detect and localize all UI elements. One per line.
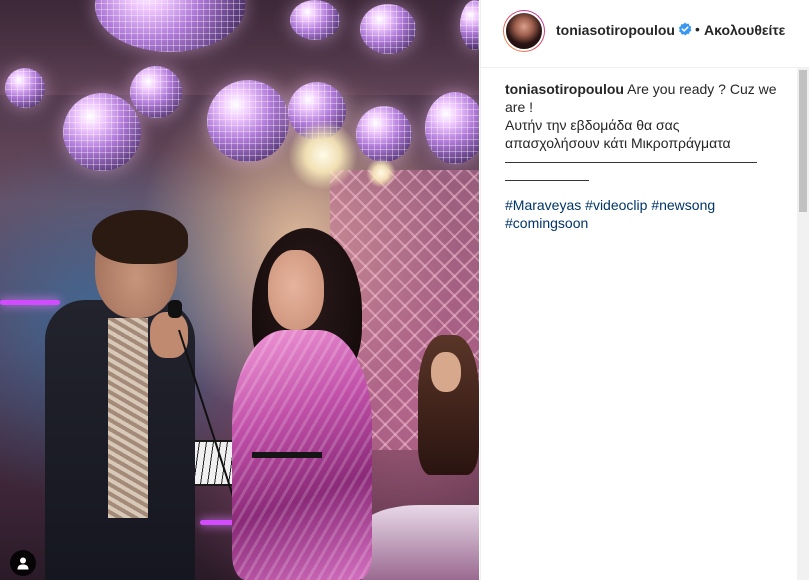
disco-ball [5,68,45,108]
neon-strip [0,300,60,305]
man-shirt [108,318,148,518]
caption-line: απασχολήσουν κάτι Μικροπράγματα [505,135,731,151]
profile-avatar-image [504,11,544,51]
disco-ball [63,93,141,171]
caption-line: are ! [505,99,534,115]
microphone [168,300,182,318]
hashtag-row: #comingsoon [505,214,777,232]
caption-divider: —————————————————— [505,153,757,169]
profile-avatar[interactable] [503,10,545,52]
hashtag-link[interactable]: #videoclip [585,197,647,213]
stage-light [288,120,358,190]
scrollbar-thumb[interactable] [799,70,807,212]
hashtag-row: #Maraveyas #videoclip #newsong [505,196,777,214]
disco-ball [290,0,340,40]
user-tag-icon[interactable] [10,550,36,576]
caption-line: Αυτήν την εβδομάδα θα σας [505,117,680,133]
post-side-panel: toniasotiropoulou • Ακολουθείτε toniasot… [480,0,798,580]
user-tag-glyph [17,557,29,570]
caption-divider: —————— [505,171,589,187]
stage-light [366,158,396,188]
man-hair [92,210,188,264]
hashtag-link[interactable]: #Maraveyas [505,197,581,213]
caption-username[interactable]: toniasotiropoulou [505,81,624,97]
seated-woman-face [431,352,461,392]
separator-dot: • [695,21,700,37]
post-photo[interactable] [0,0,479,580]
dress-belt [252,452,322,458]
caption-text: Are you ready ? Cuz we [627,81,777,97]
hashtag-link[interactable]: #newsong [651,197,715,213]
disco-ball [356,106,412,162]
man-hand [150,312,188,358]
woman-face [268,250,324,330]
hashtag-link[interactable]: #comingsoon [505,215,588,231]
disco-ball [360,4,416,54]
post-header: toniasotiropoulou • Ακολουθείτε [481,0,798,68]
caption-line: toniasotiropoulou Are you ready ? Cuz we [505,80,777,98]
disco-ball [207,80,289,162]
lounge-table [362,505,479,580]
verified-badge-icon [678,22,692,36]
following-button[interactable]: Ακολουθείτε [704,22,785,38]
disco-ball [130,66,182,118]
post-username[interactable]: toniasotiropoulou [556,22,675,38]
post-caption: toniasotiropoulou Are you ready ? Cuz we… [505,80,777,232]
disco-ball [425,92,479,164]
